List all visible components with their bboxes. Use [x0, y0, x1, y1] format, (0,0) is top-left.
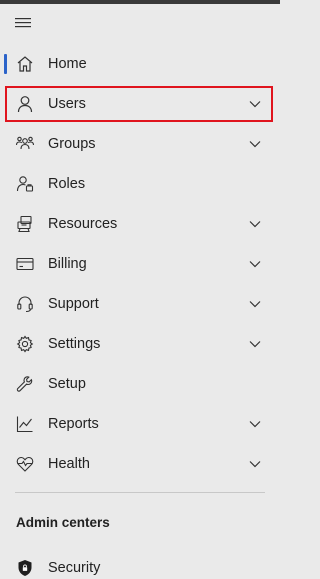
- gear-icon: [15, 334, 35, 354]
- nav-item-billing[interactable]: Billing: [0, 244, 280, 284]
- top-bar: [0, 0, 280, 4]
- billing-icon: [15, 254, 35, 274]
- chevron-down-icon[interactable]: [248, 337, 262, 351]
- roles-icon: [15, 174, 35, 194]
- headset-icon: [15, 294, 35, 314]
- nav-item-settings[interactable]: Settings: [0, 324, 280, 364]
- nav-item-roles[interactable]: Roles: [0, 164, 280, 204]
- chevron-down-icon[interactable]: [248, 97, 262, 111]
- active-indicator: [4, 54, 7, 74]
- chevron-down-icon[interactable]: [248, 457, 262, 471]
- nav-item-users[interactable]: Users: [0, 84, 280, 124]
- nav-item-label: Support: [48, 296, 99, 312]
- chevron-down-icon[interactable]: [248, 257, 262, 271]
- nav-item-label: Settings: [48, 336, 101, 352]
- nav-item-resources[interactable]: Resources: [0, 204, 280, 244]
- nav-item-support[interactable]: Support: [0, 284, 280, 324]
- nav-item-label: Roles: [48, 176, 86, 192]
- home-icon: [15, 54, 35, 74]
- nav-item-home[interactable]: Home: [0, 44, 280, 84]
- nav-item-setup[interactable]: Setup: [0, 364, 280, 404]
- nav-item-security[interactable]: Security: [0, 548, 280, 579]
- wrench-icon: [15, 374, 35, 394]
- hamburger-menu-icon[interactable]: [15, 16, 33, 30]
- nav-item-label: Home: [48, 56, 87, 72]
- divider: [15, 492, 265, 493]
- admin-centers-heading: Admin centers: [16, 515, 110, 530]
- chevron-down-icon[interactable]: [248, 137, 262, 151]
- groups-icon: [15, 134, 35, 154]
- nav-item-groups[interactable]: Groups: [0, 124, 280, 164]
- highlight-box: [5, 86, 273, 122]
- left-nav: Home Users Groups Roles Resources Billin…: [0, 44, 280, 484]
- nav-item-label: Reports: [48, 416, 99, 432]
- chevron-down-icon[interactable]: [248, 417, 262, 431]
- nav-item-label: Users: [48, 96, 86, 112]
- admin-centers-list: Security: [0, 548, 280, 579]
- chevron-down-icon[interactable]: [248, 297, 262, 311]
- heart-pulse-icon: [15, 454, 35, 474]
- shield-icon: [15, 558, 35, 578]
- nav-item-label: Security: [48, 560, 101, 576]
- nav-item-label: Resources: [48, 216, 118, 232]
- resources-icon: [15, 214, 35, 234]
- nav-item-label: Health: [48, 456, 90, 472]
- nav-item-label: Billing: [48, 256, 87, 272]
- nav-item-label: Groups: [48, 136, 96, 152]
- nav-item-health[interactable]: Health: [0, 444, 280, 484]
- nav-item-label: Setup: [48, 376, 86, 392]
- nav-item-reports[interactable]: Reports: [0, 404, 280, 444]
- user-icon: [15, 94, 35, 114]
- chevron-down-icon[interactable]: [248, 217, 262, 231]
- chart-icon: [15, 414, 35, 434]
